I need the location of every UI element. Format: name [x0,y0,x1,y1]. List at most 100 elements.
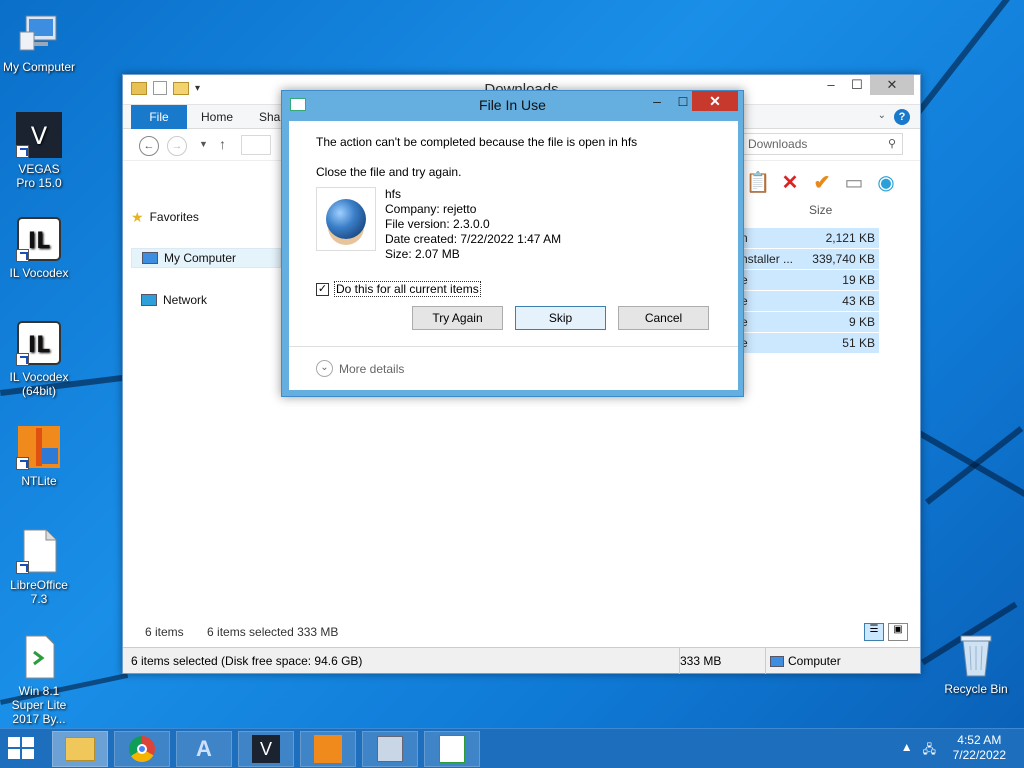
file-size: 9 KB [848,315,875,329]
sidebar-item-favorites[interactable]: ★ Favorites [131,207,199,227]
taskbar-ntlite[interactable] [300,731,356,767]
close-button[interactable]: ✕ [870,75,914,95]
file-size: 339,740 KB [812,252,875,266]
desktop-icon-label: IL Vocodex (64bit) [9,370,69,398]
sidebar-item-label: Favorites [149,210,199,224]
windows-logo-icon [8,749,20,759]
shortcut-arrow-icon [16,457,29,470]
taskbar-installer[interactable] [362,731,418,767]
il-vocodex-icon: IL [16,216,62,262]
more-details-toggle[interactable]: ⌄ More details [316,360,404,377]
status-size: 333 MB [679,648,721,674]
recycle-bin-icon [953,632,999,678]
computer-icon [142,252,158,264]
file-company: Company: rejetto [385,202,477,216]
desktop-icon-label: My Computer [2,60,76,74]
clipboard-icon[interactable]: 📋 [745,169,771,195]
clock[interactable]: 4:52 AM 7/22/2022 [953,733,1006,763]
desktop-icon-vegas-pro[interactable]: V VEGAS Pro 15.0 [1,112,77,190]
chevron-down-icon: ⌄ [316,360,333,377]
custom-toolbar: 📋 ✕ ✔ ▭ ◉ [745,169,899,195]
address-input[interactable] [241,135,271,155]
desktop-icon-label: IL Vocodex [9,266,69,280]
forward-button[interactable]: → [167,136,187,156]
wallpaper-beam [925,426,1024,505]
il-vocodex-icon: IL [16,320,62,366]
column-header-size[interactable]: Size [809,203,832,217]
desktop-icon-ntlite[interactable]: NTLite [1,424,77,488]
expand-ribbon-icon[interactable]: ⌄ [878,110,886,121]
network-status-icon[interactable]: 🖧 [923,740,936,761]
table-row[interactable]: e 51 KB [739,333,879,354]
rename-icon[interactable]: ▭ [841,169,867,195]
desktop-icon-label: LibreOffice 7.3 [10,578,68,606]
search-placeholder: Downloads [748,137,808,151]
file-size: 43 KB [842,294,875,308]
table-row[interactable]: e 19 KB [739,270,879,291]
file-in-use-dialog[interactable]: File In Use – ☐ ✕ The action can't be co… [281,90,744,397]
folder-icon [65,737,95,761]
close-button[interactable]: ✕ [692,91,738,111]
up-button[interactable]: ↑ [219,136,226,152]
try-again-button[interactable]: Try Again [412,306,503,330]
taskbar-notepad[interactable] [424,731,480,767]
desktop-icon-libreoffice[interactable]: LibreOffice 7.3 [1,528,77,606]
minimize-button[interactable]: – [644,93,670,111]
desktop-icon-win81-super-lite[interactable]: Win 8.1 Super Lite 2017 By... [1,634,77,726]
item-count: 6 items [145,625,184,639]
desktop-icon-il-vocodex-64[interactable]: IL IL Vocodex (64bit) [1,320,77,398]
sidebar-item-network[interactable]: Network [131,290,207,310]
sidebar-item-label: My Computer [164,251,237,265]
notepad-icon [439,735,465,763]
desktop-icon-recycle-bin[interactable]: Recycle Bin [936,632,1016,696]
taskbar-vegas-pro[interactable]: V [238,731,294,767]
file-size: 19 KB [842,273,875,287]
large-icons-view-icon[interactable]: ▣ [888,623,908,641]
desktop-icon-my-computer[interactable]: My Computer [1,10,77,74]
svg-text:V: V [31,122,48,150]
dialog-instruction: Close the file and try again. [316,165,462,179]
apply-to-all-label[interactable]: Do this for all current items [334,281,481,297]
show-hidden-icons-icon[interactable]: ▲ [901,740,913,761]
ntlite-icon [16,424,62,470]
status-location-label: Computer [788,654,841,668]
apply-to-all-checkbox[interactable]: ✓ [316,282,329,296]
start-button[interactable] [8,737,38,761]
file-list: n 2,121 KB nstaller ... 339,740 KB e 19 KB … [739,228,879,354]
table-row[interactable]: n 2,121 KB [739,228,879,249]
apply-to-all-checkbox-row[interactable]: ✓ Do this for all current items [316,281,481,297]
shell-icon[interactable]: ◉ [873,169,899,195]
desktop-icon-label: NTLite [21,474,57,488]
back-button[interactable]: ← [139,136,159,156]
desktop-icon-il-vocodex[interactable]: IL IL Vocodex [1,216,77,280]
desktop-icon-label: Win 8.1 Super Lite 2017 By... [11,684,67,726]
file-version: File version: 2.3.0.0 [385,217,490,231]
file-name: nstaller ... [741,252,794,266]
table-row[interactable]: nstaller ... 339,740 KB [739,249,879,270]
table-row[interactable]: e 9 KB [739,312,879,333]
help-icon[interactable]: ? [894,109,910,125]
maximize-button[interactable]: ☐ [844,75,870,95]
tab-file[interactable]: File [131,105,187,129]
taskbar-file-explorer[interactable] [52,731,108,767]
taskbar-app-a[interactable]: A [176,731,232,767]
recent-locations-icon[interactable]: ▼ [199,139,208,149]
cancel-button[interactable]: Cancel [618,306,709,330]
star-icon: ★ [131,209,144,225]
search-icon: ⚲ [887,138,896,150]
file-name: e [741,294,748,308]
details-view-icon[interactable]: ☰ [864,623,884,641]
file-size: 2,121 KB [825,231,875,245]
vegas-pro-icon: V [16,112,62,158]
sidebar-item-my-computer[interactable]: My Computer [131,248,281,268]
status-bar: 6 items selected (Disk free space: 94.6 … [123,647,920,674]
taskbar-chrome[interactable] [114,731,170,767]
tab-home[interactable]: Home [201,105,233,129]
item-count-bar: 6 items 6 items selected 333 MB [145,625,358,639]
skip-button[interactable]: Skip [515,306,606,330]
minimize-button[interactable]: – [818,75,844,95]
checkmark-icon[interactable]: ✔ [809,169,835,195]
search-input[interactable]: Downloads ⚲ [743,133,903,155]
delete-icon[interactable]: ✕ [777,169,803,195]
table-row[interactable]: e 43 KB [739,291,879,312]
